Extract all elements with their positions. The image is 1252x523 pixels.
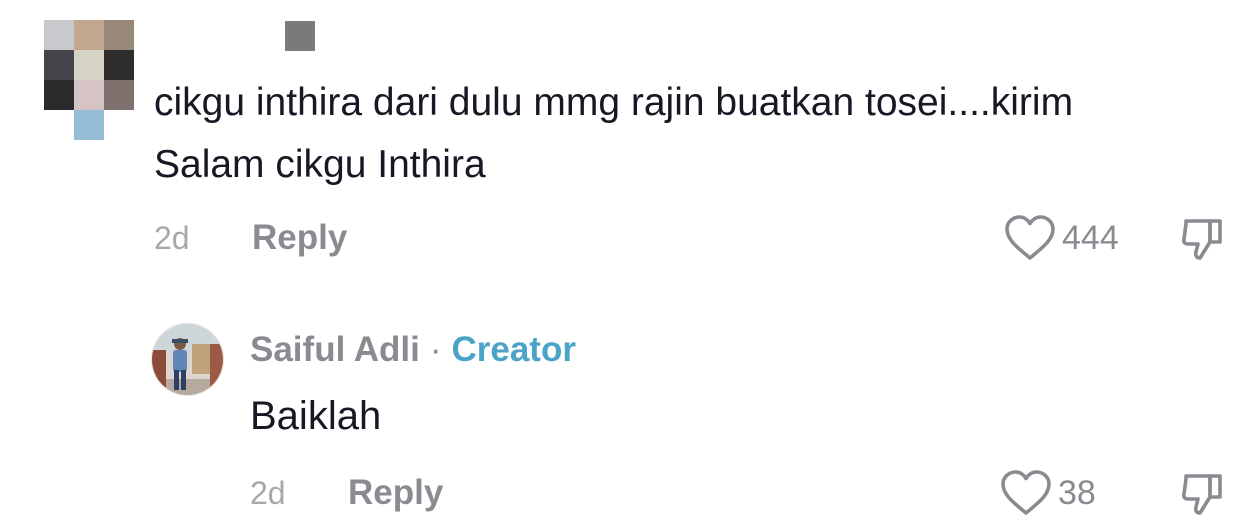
comment-like-count: 444 xyxy=(1062,218,1119,257)
reply-timestamp: 2d xyxy=(250,475,286,511)
heart-outline-icon xyxy=(1000,469,1052,517)
reply-author-name[interactable]: Saiful Adli xyxy=(250,330,420,369)
reply-dislike-button[interactable] xyxy=(1180,471,1224,522)
mosaic-pixel xyxy=(44,50,74,80)
mosaic-pixel xyxy=(44,80,74,110)
comment-like-button[interactable]: 444 xyxy=(1004,214,1119,262)
mosaic-pixel xyxy=(104,80,134,110)
mosaic-pixel xyxy=(74,50,104,80)
separator-dot: · xyxy=(429,330,442,369)
censored-avatar[interactable] xyxy=(44,20,134,140)
censored-username[interactable] xyxy=(285,21,315,51)
heart-outline-icon xyxy=(1004,214,1056,262)
mosaic-pixel xyxy=(74,80,104,110)
mosaic-pixel xyxy=(285,21,315,51)
thumbs-down-icon xyxy=(1180,216,1224,262)
mosaic-pixel xyxy=(104,20,134,50)
mosaic-pixel xyxy=(104,50,134,80)
thumbs-down-icon xyxy=(1180,471,1224,517)
avatar-photo xyxy=(152,324,223,395)
mosaic-pixel xyxy=(74,110,104,140)
comment-text: cikgu inthira dari dulu mmg rajin buatka… xyxy=(154,81,1074,186)
creator-badge: Creator xyxy=(451,330,576,369)
comment-timestamp: 2d xyxy=(154,220,190,256)
comment-dislike-button[interactable] xyxy=(1180,216,1224,267)
reply-text: Baiklah xyxy=(250,394,382,438)
avatar[interactable] xyxy=(151,323,224,396)
reply-like-count: 38 xyxy=(1058,473,1096,512)
reply-reply-button[interactable]: Reply xyxy=(348,473,443,513)
comment-reply-button[interactable]: Reply xyxy=(252,218,347,258)
reply-like-button[interactable]: 38 xyxy=(1000,469,1096,517)
mosaic-pixel xyxy=(44,20,74,50)
reply-header: Saiful Adli · Creator xyxy=(250,328,576,372)
mosaic-pixel xyxy=(74,20,104,50)
